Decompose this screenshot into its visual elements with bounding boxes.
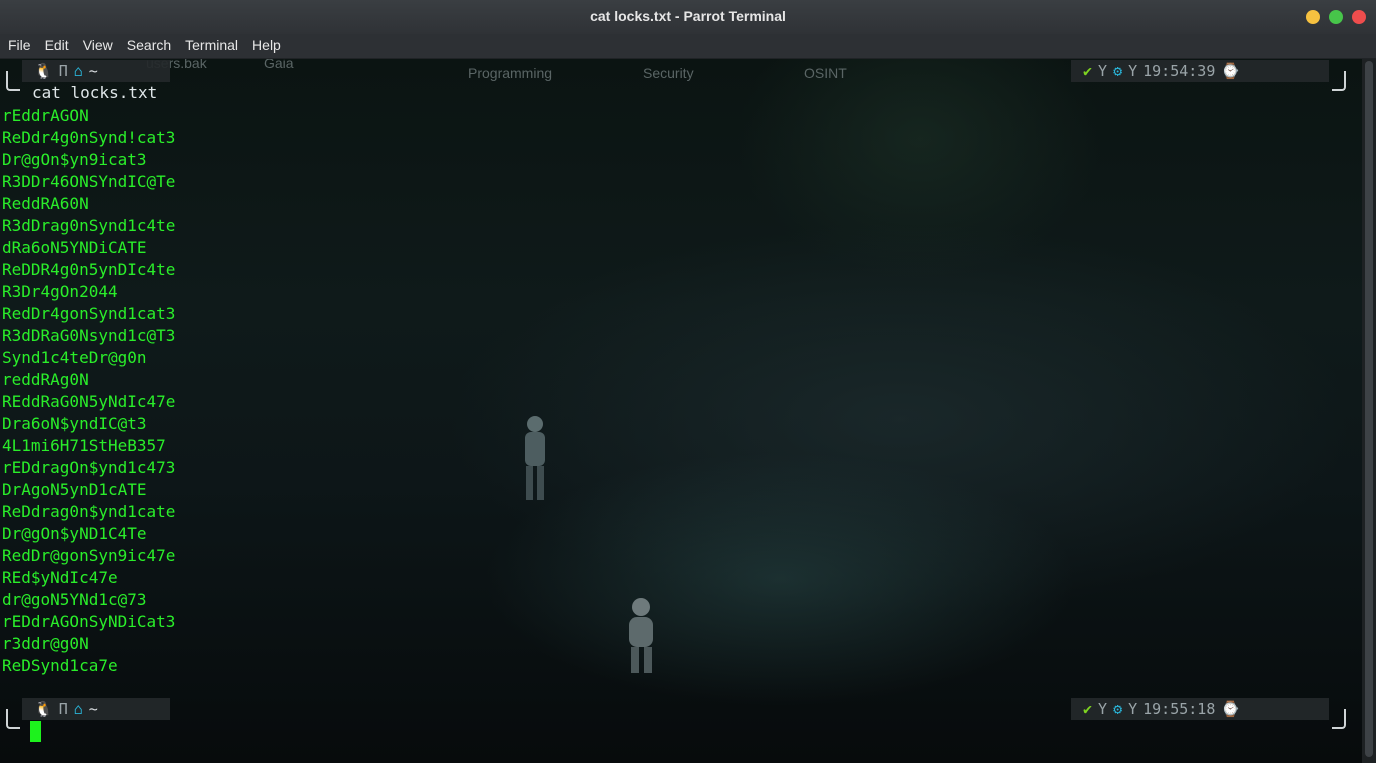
output-line: reddRAg0N [2,370,89,389]
prompt-left-segment: 🐧 Π ⌂ ~ [22,60,170,82]
current-directory: ~ [88,62,98,80]
output-line: R3dDrag0nSynd1c4te [2,216,176,235]
output-line: R3dDRaG0Nsynd1c@T3 [2,326,176,345]
output-line: RedDr@gonSyn9ic47e [2,546,176,565]
fork-icon: Y [1098,700,1108,718]
linux-penguin-icon: 🐧 [34,62,53,80]
clock-icon: ⌚ [1221,700,1241,718]
check-icon: ✔ [1083,62,1093,80]
scrollbar-thumb[interactable] [1365,61,1373,757]
output-line: dr@goN5YNd1c@73 [2,590,147,609]
output-line: rEddrAGON [2,106,89,125]
window-titlebar: cat locks.txt - Parrot Terminal [0,0,1376,35]
output-line: 4L1mi6H71StHeB357 [2,436,166,455]
desktop-label-programming: Programming [468,65,553,81]
output-line: ReDdr4g0nSynd!cat3 [2,128,176,147]
menu-edit[interactable]: Edit [37,34,75,53]
prompt-time: 19:55:18 [1143,700,1216,718]
pi-icon: Π [58,62,68,80]
window-title: cat locks.txt - Parrot Terminal [590,8,786,24]
prompt-bracket-right [1332,709,1346,729]
menu-help[interactable]: Help [244,34,287,53]
linux-penguin-icon: 🐧 [34,700,53,718]
current-directory: ~ [88,700,98,718]
output-line: r3ddr@g0N [2,634,89,653]
pi-icon: Π [58,700,68,718]
output-line: REd$yNdIc47e [2,568,118,587]
terminal-area[interactable]: users.bak Gaia Programming Security OSIN… [0,59,1362,763]
output-line: ReDdrag0n$ynd1cate [2,502,176,521]
menu-bar: File Edit View Search Terminal Help [0,34,1376,59]
prompt-left-segment: 🐧 Π ⌂ ~ [22,698,170,720]
menu-terminal[interactable]: Terminal [177,34,244,53]
output-line: Dr@gOn$yND1C4Te [2,524,147,543]
minimize-button[interactable] [1306,10,1320,24]
command-line: cat locks.txt [32,83,158,102]
close-button[interactable] [1352,10,1366,24]
diver-figure [629,598,653,673]
output-line: Synd1c4teDr@g0n [2,348,147,367]
output-line: R3DDr46ONSYndIC@Te [2,172,176,191]
output-line: REddRaG0N5yNdIc47e [2,392,176,411]
output-line: DrAgoN5ynD1cATE [2,480,147,499]
menu-view[interactable]: View [75,34,119,53]
gear-icon: ⚙ [1113,62,1123,80]
clock-icon: ⌚ [1221,62,1241,80]
output-line: ReDDR4g0n5ynDIc4te [2,260,176,279]
output-line: ReddRA60N [2,194,89,213]
fork-icon: Y [1128,62,1138,80]
output-line: rEDdragOn$ynd1c473 [2,458,176,477]
output-line: RedDr4gonSynd1cat3 [2,304,176,323]
menu-search[interactable]: Search [119,34,177,53]
command-output: rEddrAGON ReDdr4g0nSynd!cat3 Dr@gOn$yn9i… [2,105,175,677]
desktop-label-osint: OSINT [804,65,847,81]
home-icon: ⌂ [73,700,83,718]
prompt-right-segment: ✔ Y ⚙ Y 19:55:18 ⌚ [1071,698,1329,720]
output-line: Dr@gOn$yn9icat3 [2,150,147,169]
home-icon: ⌂ [73,62,83,80]
prompt-bracket-left [6,71,20,91]
output-line: rEDdrAGOnSyNDiCat3 [2,612,176,631]
output-line: ReDSynd1ca7e [2,656,118,675]
terminal-scrollbar[interactable] [1362,59,1376,763]
prompt-bracket-left [6,709,20,729]
check-icon: ✔ [1083,700,1093,718]
output-line: Dra6oN$yndIC@t3 [2,414,147,433]
terminal-cursor[interactable] [30,721,41,742]
desktop-label-security: Security [643,65,694,81]
gear-icon: ⚙ [1113,700,1123,718]
prompt-bracket-right [1332,71,1346,91]
astronaut-figure [525,416,545,500]
menu-file[interactable]: File [0,34,37,53]
prompt-right-segment: ✔ Y ⚙ Y 19:54:39 ⌚ [1071,60,1329,82]
output-line: dRa6oN5YNDiCATE [2,238,147,257]
maximize-button[interactable] [1329,10,1343,24]
output-line: R3Dr4gOn2044 [2,282,118,301]
fork-icon: Y [1098,62,1108,80]
desktop-label-gaia: Gaia [264,59,294,71]
prompt-time: 19:54:39 [1143,62,1216,80]
fork-icon: Y [1128,700,1138,718]
